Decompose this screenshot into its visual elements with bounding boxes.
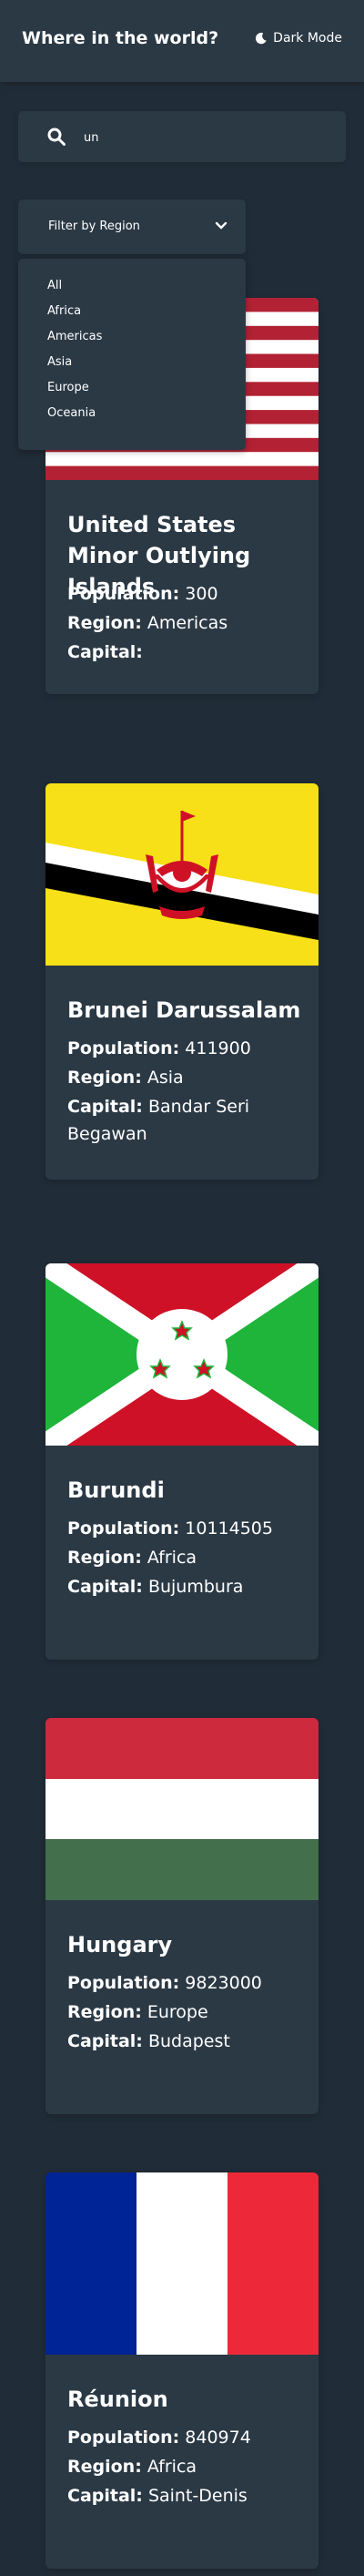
country-region: Region: Asia [67, 1068, 184, 1088]
hungary-flag-image [46, 1718, 318, 1900]
country-name: Burundi [67, 1477, 165, 1503]
moon-icon [256, 32, 267, 45]
dark-mode-label: Dark Mode [273, 31, 342, 46]
country-region: Region: Americas [67, 613, 228, 633]
country-card[interactable]: Hungary Population: 9823000 Region: Euro… [46, 1718, 318, 2114]
country-population: Population: 10114505 [67, 1518, 273, 1538]
region-filter-label: Filter by Region [48, 220, 140, 233]
france-flag-image [46, 2172, 318, 2355]
chevron-down-icon [215, 221, 228, 230]
country-name: Hungary [67, 1932, 173, 1958]
country-card[interactable]: Réunion Population: 840974 Region: Afric… [46, 2172, 318, 2569]
country-region: Region: Africa [67, 2457, 197, 2477]
search-input[interactable] [82, 111, 340, 164]
country-region: Region: Africa [67, 1548, 197, 1568]
app-header: Where in the world? Dark Mode [0, 0, 364, 82]
region-option-asia[interactable]: Asia [47, 355, 72, 369]
country-card[interactable]: Burundi Population: 10114505 Region: Afr… [46, 1263, 318, 1660]
country-population: Population: 9823000 [67, 1973, 262, 1993]
region-option-oceania[interactable]: Oceania [47, 406, 96, 420]
region-option-all[interactable]: All [47, 279, 62, 292]
country-capital: Capital: Saint-Denis [67, 2486, 248, 2506]
region-filter[interactable]: Filter by Region [18, 199, 246, 254]
region-dropdown: All Africa Americas Asia Europe Oceania [18, 259, 246, 450]
app-title: Where in the world? [22, 28, 219, 48]
brunei-flag-image [46, 783, 318, 966]
burundi-flag-image [46, 1263, 318, 1446]
country-name: Réunion [67, 2387, 168, 2412]
region-option-americas[interactable]: Americas [47, 330, 102, 343]
country-capital: Capital: Bujumbura [67, 1577, 244, 1597]
search-box [18, 111, 346, 164]
country-capital: Capital: [67, 642, 143, 662]
country-population: Population: 840974 [67, 2428, 251, 2448]
dark-mode-toggle[interactable]: Dark Mode [255, 31, 342, 46]
country-region: Region: Europe [67, 2002, 208, 2022]
region-option-europe[interactable]: Europe [47, 381, 89, 394]
country-name: Brunei Darussalam [67, 997, 301, 1023]
region-option-africa[interactable]: Africa [47, 304, 81, 318]
country-population: Population: 411900 [67, 1038, 251, 1058]
search-icon [47, 128, 66, 146]
country-capital: Capital: Bandar Seri Begawan [67, 1097, 250, 1144]
country-capital: Capital: Budapest [67, 2031, 230, 2051]
country-population: Population: 300 [67, 584, 218, 604]
country-card[interactable]: Brunei Darussalam Population: 411900 Reg… [46, 783, 318, 1180]
